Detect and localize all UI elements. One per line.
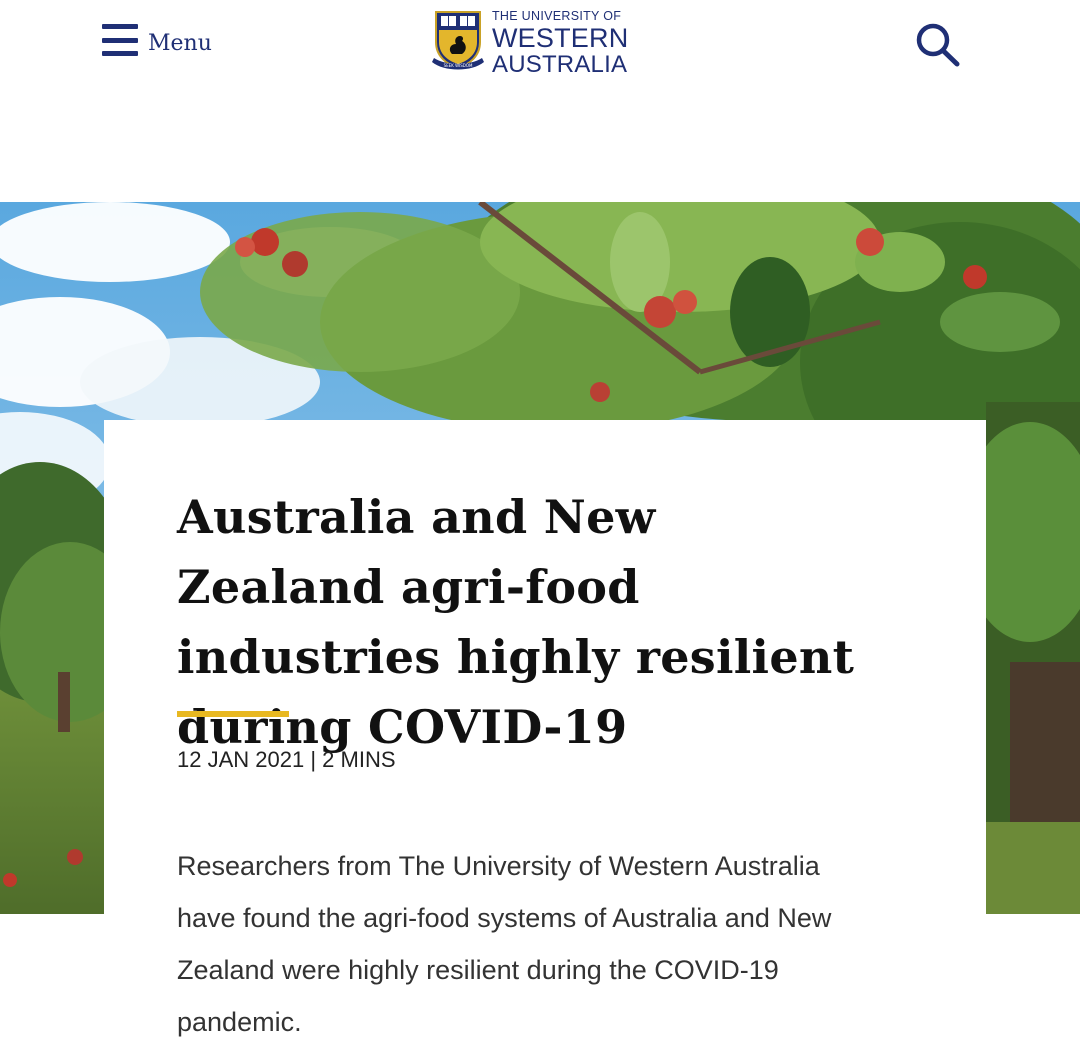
university-logo[interactable]: SEEK WISDOM THE UNIVERSITY OF WESTERN AU… [430,8,628,77]
menu-label: Menu [148,30,212,56]
page: Menu SEEK WISDOM THE UNIVERSITY OF WESTE… [0,0,1080,1050]
title-accent-rule [177,711,289,717]
article-read-time: 2 MINS [322,747,396,772]
meta-separator: | [310,747,317,772]
article-title: Australia and New Zealand agri-food indu… [177,490,855,754]
article-card: Australia and New Zealand agri-food indu… [104,420,986,1050]
motto-text: SEEK WISDOM [444,63,473,68]
search-icon [916,23,960,67]
menu-button[interactable]: Menu [102,24,212,56]
crest-icon: SEEK WISDOM [432,11,484,70]
logo-line-1: THE UNIVERSITY OF [492,9,622,23]
article-meta: 12 JAN 2021 | 2 MINS [177,747,396,773]
site-header: Menu SEEK WISDOM THE UNIVERSITY OF WESTE… [0,0,1080,110]
hamburger-icon [102,24,138,56]
logo-line-2: WESTERN [492,22,629,53]
logo-line-3: AUSTRALIA [492,50,628,78]
search-button[interactable] [914,22,962,68]
logo-text: THE UNIVERSITY OF WESTERN AUSTRALIA [492,10,628,77]
article-date: 12 JAN 2021 [177,747,305,772]
article-summary: Researchers from The University of Weste… [177,851,832,1037]
